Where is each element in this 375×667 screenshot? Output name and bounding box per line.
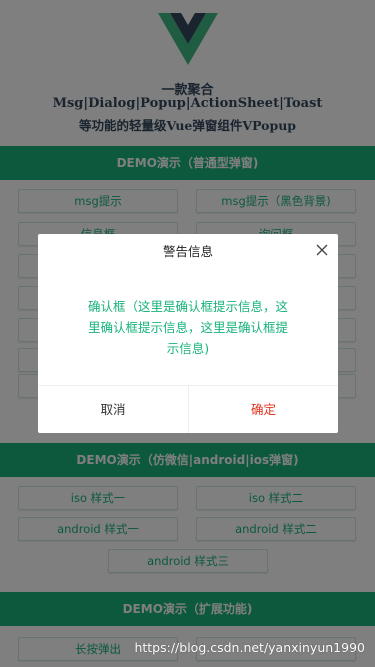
dialog-footer: 取消 确定 [38,385,338,433]
confirm-dialog: 警告信息 确认框（这里是确认框提示信息，这里确认框提示信息，这里是确认框提示信息… [38,234,338,433]
dialog-title: 警告信息 [162,244,213,259]
close-icon[interactable] [314,242,330,258]
watermark-url: https://blog.csdn.net/yanxinyun1990 [134,640,365,655]
cancel-button[interactable]: 取消 [38,386,188,433]
confirm-button[interactable]: 确定 [188,386,338,433]
dialog-message: 确认框（这里是确认框提示信息，这里确认框提示信息，这里是确认框提示信息) [88,299,289,356]
